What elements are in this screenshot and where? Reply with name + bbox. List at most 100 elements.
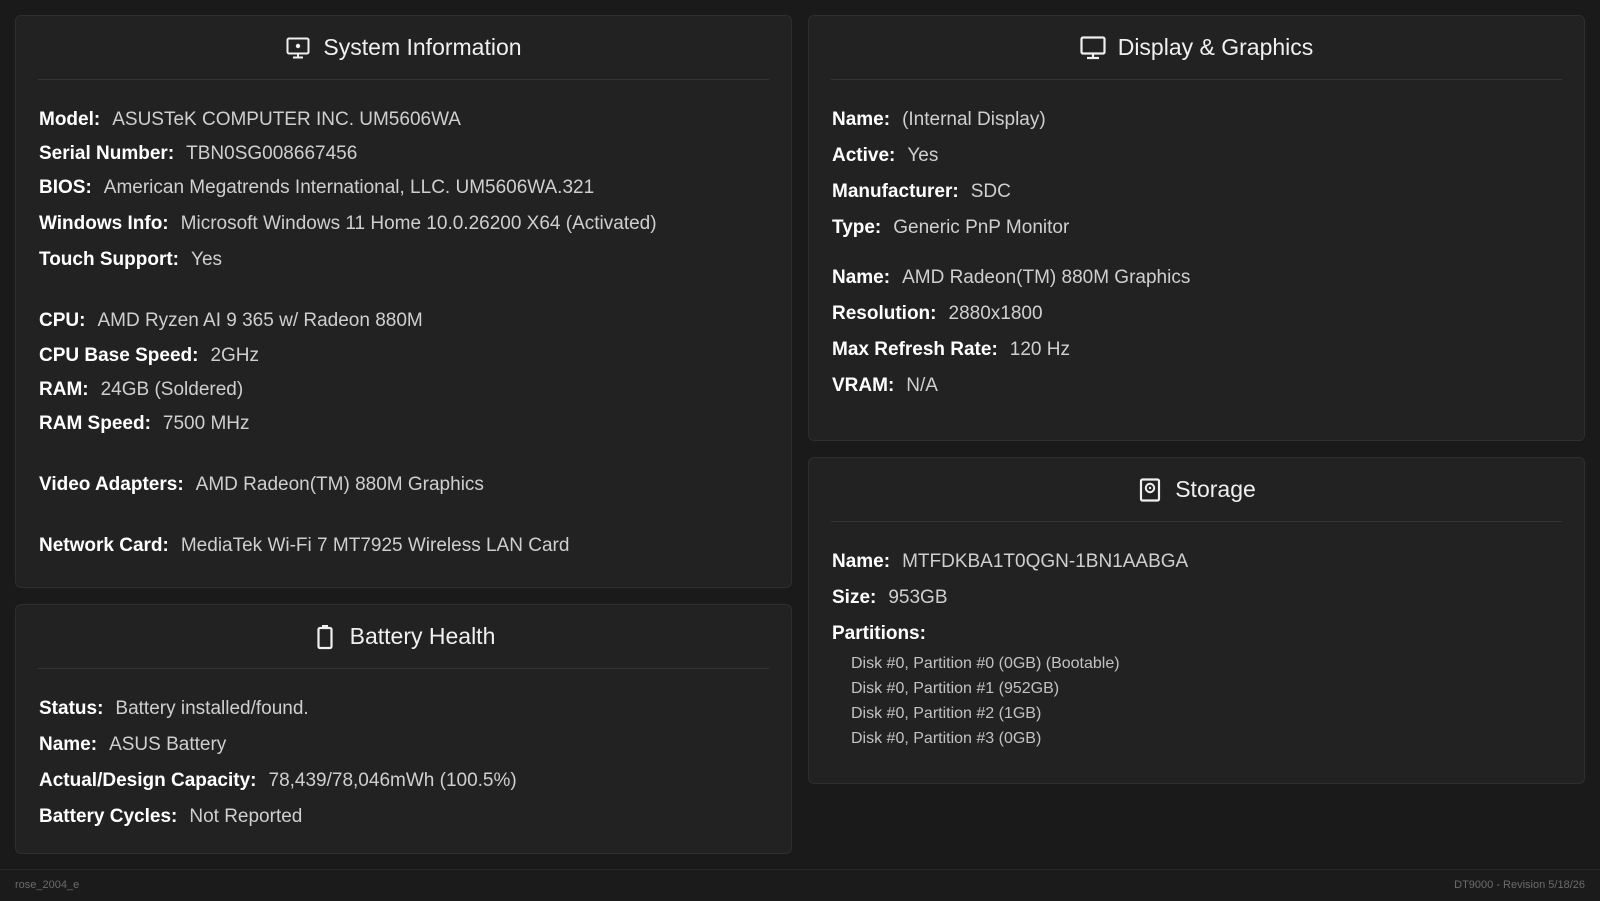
battery-row-name: Name: ASUS Battery: [39, 733, 226, 757]
info-key: Type:: [832, 217, 882, 238]
info-key: Name:: [39, 734, 98, 755]
battery-health-title: Battery Health: [349, 623, 496, 649]
info-value: AMD Radeon(TM) 880M Graphics: [902, 267, 1191, 288]
info-value: Microsoft Windows 11 Home 10.0.26200 X64…: [180, 213, 657, 234]
footer-left-text: rose_2004_e: [15, 879, 80, 891]
storage-title: Storage: [1175, 476, 1256, 502]
info-value: ASUS Battery: [109, 734, 227, 755]
storage-partitions-label: Partitions:: [832, 622, 938, 646]
battery-row-cycles: Battery Cycles: Not Reported: [39, 805, 302, 829]
info-value: AMD Radeon(TM) 880M Graphics: [195, 474, 484, 495]
info-value: Battery installed/found.: [115, 698, 309, 719]
info-key: BIOS:: [39, 177, 92, 198]
info-value: SDC: [970, 181, 1011, 202]
info-value: MTFDKBA1T0QGN-1BN1AABGA: [902, 551, 1189, 572]
info-row-ram-speed: RAM Speed: 7500 MHz: [39, 412, 250, 436]
info-row-network-card: Network Card: MediaTek Wi-Fi 7 MT7925 Wir…: [39, 534, 569, 558]
info-value: 953GB: [888, 587, 948, 608]
info-key: Video Adapters:: [39, 474, 184, 495]
info-value: American Megatrends International, LLC. …: [103, 177, 595, 198]
info-key: Network Card:: [39, 535, 169, 556]
display-graphics-title: Display & Graphics: [1117, 34, 1314, 60]
battery-health-header: Battery Health: [38, 605, 769, 669]
info-value: 24GB (Soldered): [100, 379, 244, 400]
display-row-type: Type: Generic PnP Monitor: [832, 216, 1069, 240]
info-key: RAM:: [39, 379, 89, 400]
info-key: Name:: [832, 109, 891, 130]
info-key: Actual/Design Capacity:: [39, 770, 257, 791]
info-key: Status:: [39, 698, 104, 719]
gpu-row-resolution: Resolution: 2880x1800: [832, 302, 1043, 326]
info-key: Touch Support:: [39, 249, 180, 270]
info-value: Yes: [907, 145, 939, 166]
info-value: Yes: [191, 249, 223, 270]
system-information-title: System Information: [323, 34, 522, 60]
gpu-row-name: Name: AMD Radeon(TM) 880M Graphics: [832, 266, 1190, 290]
info-value: 120 Hz: [1009, 339, 1070, 360]
storage-row-size: Size: 953GB: [832, 586, 948, 610]
gpu-row-vram: VRAM: N/A: [832, 374, 938, 398]
info-key: CPU:: [39, 310, 86, 331]
info-row-bios: BIOS: American Megatrends International, …: [39, 176, 594, 200]
info-value: (Internal Display): [902, 109, 1046, 130]
info-key: Name:: [832, 551, 891, 572]
display-row-name: Name: (Internal Display): [832, 108, 1046, 132]
info-value: Generic PnP Monitor: [893, 217, 1070, 238]
monitor-dot-icon: [285, 35, 311, 61]
battery-row-capacity: Actual/Design Capacity: 78,439/78,046mWh …: [39, 769, 517, 793]
partition-item: Disk #0, Partition #3 (0GB): [851, 730, 1042, 747]
footer-revision-text: DT9000 - Revision 5/18/26: [1454, 879, 1585, 891]
display-row-active: Active: Yes: [832, 144, 938, 168]
info-row-cpu-speed: CPU Base Speed: 2GHz: [39, 344, 259, 368]
info-row-touch: Touch Support: Yes: [39, 248, 222, 272]
info-key: VRAM:: [832, 375, 895, 396]
display-graphics-panel: Display & Graphics Name: (Internal Displa…: [808, 15, 1585, 441]
info-row-ram: RAM: 24GB (Soldered): [39, 378, 243, 402]
info-key: Max Refresh Rate:: [832, 339, 998, 360]
info-key: Windows Info:: [39, 213, 169, 234]
footer-bar: rose_2004_e DT9000 - Revision 5/18/26: [0, 869, 1600, 901]
hard-drive-icon: [1137, 477, 1163, 503]
partition-item: Disk #0, Partition #2 (1GB): [851, 705, 1042, 722]
info-key: Serial Number:: [39, 143, 175, 164]
info-key: CPU Base Speed:: [39, 345, 199, 366]
info-key: Battery Cycles:: [39, 806, 178, 827]
storage-row-name: Name: MTFDKBA1T0QGN-1BN1AABGA: [832, 550, 1188, 574]
monitor-icon: [1080, 35, 1106, 61]
display-row-manufacturer: Manufacturer: SDC: [832, 180, 1011, 204]
info-key: Resolution:: [832, 303, 937, 324]
info-value: N/A: [906, 375, 938, 396]
info-key: RAM Speed:: [39, 413, 151, 434]
info-value: AMD Ryzen AI 9 365 w/ Radeon 880M: [97, 310, 423, 331]
info-key: Partitions:: [832, 623, 926, 644]
info-value: Not Reported: [189, 806, 303, 827]
info-key: Model:: [39, 109, 101, 130]
info-row-windows: Windows Info: Microsoft Windows 11 Home 1…: [39, 212, 657, 236]
info-value: 2GHz: [210, 345, 260, 366]
battery-row-status: Status: Battery installed/found.: [39, 697, 309, 721]
info-value: MediaTek Wi-Fi 7 MT7925 Wireless LAN Car…: [180, 535, 570, 556]
info-row-video-adapters: Video Adapters: AMD Radeon(TM) 880M Graph…: [39, 473, 484, 497]
info-value: TBN0SG008667456: [186, 143, 358, 164]
info-row-model: Model: ASUSTeK COMPUTER INC. UM5606WA: [39, 108, 461, 132]
info-value: 2880x1800: [948, 303, 1043, 324]
info-value: 7500 MHz: [162, 413, 250, 434]
battery-icon: [312, 624, 338, 650]
info-row-cpu: CPU: AMD Ryzen AI 9 365 w/ Radeon 880M: [39, 309, 423, 333]
battery-health-panel: Battery Health Status: Battery installed/…: [15, 604, 792, 854]
storage-header: Storage: [831, 458, 1562, 522]
info-key: Size:: [832, 587, 877, 608]
storage-panel: Storage Name: MTFDKBA1T0QGN-1BN1AABGA Siz…: [808, 457, 1585, 784]
system-information-header: System Information: [38, 16, 769, 80]
info-row-serial: Serial Number: TBN0SG008667456: [39, 142, 357, 166]
partition-item: Disk #0, Partition #1 (952GB): [851, 680, 1060, 697]
display-graphics-header: Display & Graphics: [831, 16, 1562, 80]
info-value: ASUSTeK COMPUTER INC. UM5606WA: [112, 109, 461, 130]
system-information-panel: System Information Model: ASUSTeK COMPUTE…: [15, 15, 792, 588]
partition-item: Disk #0, Partition #0 (0GB) (Bootable): [851, 655, 1120, 672]
info-key: Active:: [832, 145, 896, 166]
info-key: Name:: [832, 267, 891, 288]
info-value: 78,439/78,046mWh (100.5%): [268, 770, 517, 791]
info-key: Manufacturer:: [832, 181, 959, 202]
gpu-row-refresh-rate: Max Refresh Rate: 120 Hz: [832, 338, 1070, 362]
